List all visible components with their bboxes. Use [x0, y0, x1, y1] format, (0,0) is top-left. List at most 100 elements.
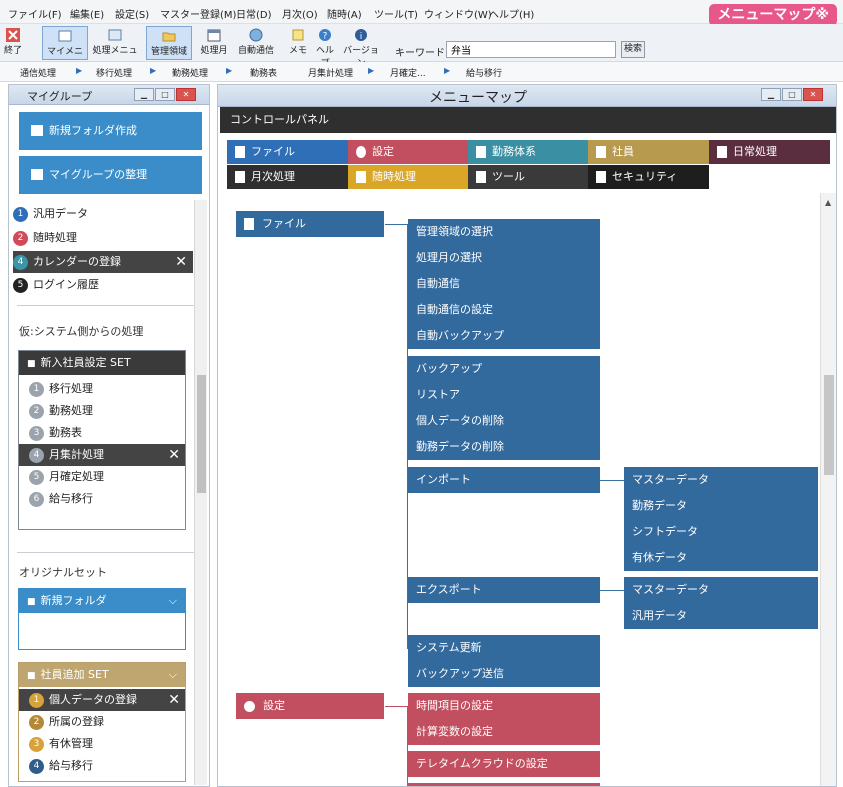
- close-icon[interactable]: ✕: [803, 88, 823, 101]
- set-row[interactable]: 6 給与移行: [19, 488, 185, 510]
- map-item[interactable]: 管理領域の選択: [416, 219, 600, 245]
- map-item[interactable]: テレタイムクラウドの設定: [416, 751, 600, 777]
- set-row[interactable]: 5 月確定処理: [19, 466, 185, 488]
- map-item[interactable]: 有休データ: [632, 545, 818, 571]
- remove-icon[interactable]: ✕: [168, 444, 180, 466]
- set-header[interactable]: ■ 社員追加 SET ⌵: [19, 663, 185, 687]
- map-item[interactable]: 汎用データ: [632, 603, 818, 629]
- list-item-selected[interactable]: 4 カレンダーの登録 ✕: [13, 251, 193, 273]
- category-anytime[interactable]: 随時処理: [348, 165, 468, 189]
- map-item[interactable]: 計算変数の設定: [416, 719, 600, 745]
- menu-daily[interactable]: 日常(D): [236, 6, 272, 21]
- menu-edit[interactable]: 編集(E): [70, 6, 104, 21]
- map-item[interactable]: 個人データの削除: [416, 408, 600, 434]
- map-item[interactable]: バックアップ送信: [416, 661, 600, 687]
- map-item[interactable]: シフトデータ: [632, 519, 818, 545]
- set-row[interactable]: 3 有休管理: [19, 733, 185, 755]
- keyword-input[interactable]: [446, 41, 616, 58]
- list-item[interactable]: 5 ログイン履歴: [13, 274, 193, 296]
- new-folder-button[interactable]: 新規フォルダ作成: [19, 112, 202, 150]
- scroll-up-icon[interactable]: ▲: [825, 198, 831, 207]
- map-import[interactable]: インポート: [408, 467, 600, 493]
- crumb-migrate[interactable]: 移行処理: [96, 66, 132, 79]
- map-item[interactable]: 勤務データ: [632, 493, 818, 519]
- map-item[interactable]: システム更新: [416, 635, 600, 661]
- map-export[interactable]: エクスポート: [408, 577, 600, 603]
- crumb-comm[interactable]: 通信処理: [20, 66, 56, 79]
- scroll-thumb[interactable]: [197, 375, 206, 493]
- calendar-icon: [235, 171, 245, 183]
- set-row[interactable]: 1 移行処理: [19, 378, 185, 400]
- maximize-icon[interactable]: □: [782, 88, 802, 101]
- chevron-down-icon[interactable]: ⌵: [169, 663, 177, 687]
- set-row-selected[interactable]: 4 月集計処理 ✕: [19, 444, 185, 466]
- crumb-work[interactable]: 勤務処理: [172, 66, 208, 79]
- category-work-system[interactable]: 勤務体系: [468, 140, 588, 164]
- set-row[interactable]: 4 給与移行: [19, 755, 185, 777]
- menu-settings[interactable]: 設定(S): [115, 6, 149, 21]
- map-item[interactable]: 勤務データの削除: [416, 434, 600, 460]
- map-item[interactable]: 自動バックアップ: [416, 323, 600, 349]
- map-item[interactable]: リストア: [416, 382, 600, 408]
- remove-icon[interactable]: ✕: [175, 251, 187, 273]
- auto-comm-button[interactable]: 自動通信: [234, 26, 278, 60]
- category-security[interactable]: セキュリティ: [588, 165, 709, 189]
- crumb-salary[interactable]: 給与移行: [466, 66, 502, 79]
- menu-window[interactable]: ウィンドウ(W): [424, 6, 492, 21]
- organize-group-button[interactable]: マイグループの整理: [19, 156, 202, 194]
- category-file[interactable]: ファイル: [227, 140, 348, 164]
- search-button[interactable]: 検索: [621, 41, 645, 58]
- my-menu-button[interactable]: マイメニュー: [42, 26, 88, 70]
- map-item[interactable]: バックアップ: [416, 356, 600, 382]
- list-item-label: 随時処理: [33, 231, 77, 244]
- close-icon[interactable]: ✕: [176, 88, 196, 101]
- chevron-down-icon[interactable]: ⌵: [169, 589, 177, 613]
- maximize-icon[interactable]: □: [155, 88, 175, 101]
- crumb-month-fix[interactable]: 月確定...: [390, 66, 426, 79]
- left-scrollbar[interactable]: [194, 200, 207, 785]
- map-root-file[interactable]: ファイル: [236, 211, 384, 237]
- process-menu-button[interactable]: 処理メニュー: [90, 26, 140, 69]
- map-item[interactable]: 自動通信: [416, 271, 600, 297]
- menu-help[interactable]: ヘルプ(H): [489, 6, 534, 21]
- scroll-thumb[interactable]: [824, 375, 834, 475]
- category-employee[interactable]: 社員: [588, 140, 709, 164]
- memo-button[interactable]: メモ: [287, 26, 309, 60]
- folder-header[interactable]: ■ 新規フォルダ ⌵: [19, 589, 185, 613]
- category-monthly[interactable]: 月次処理: [227, 165, 348, 189]
- map-item[interactable]: 時間項目の設定: [416, 693, 600, 719]
- set-row-selected[interactable]: 1 個人データの登録 ✕: [19, 689, 185, 711]
- set-row[interactable]: 2 所属の登録: [19, 711, 185, 733]
- map-item[interactable]: 自動通信の設定: [416, 297, 600, 323]
- version-button[interactable]: i バージョン: [342, 26, 380, 69]
- map-item[interactable]: マスターデータ: [632, 577, 818, 603]
- crumb-month-total[interactable]: 月集計処理: [308, 66, 353, 79]
- remove-icon[interactable]: ✕: [168, 689, 180, 711]
- help-button[interactable]: ? ヘルプ: [312, 26, 338, 69]
- list-item[interactable]: 1 汎用データ: [13, 203, 193, 225]
- category-settings[interactable]: 設定: [348, 140, 468, 164]
- menu-tools[interactable]: ツール(T): [374, 6, 418, 21]
- category-daily[interactable]: 日常処理: [709, 140, 830, 164]
- category-tools[interactable]: ツール: [468, 165, 588, 189]
- minimize-icon[interactable]: ▁: [134, 88, 154, 101]
- process-month-button[interactable]: 処理月: [197, 26, 231, 60]
- map-item[interactable]: マスターデータ: [632, 467, 818, 493]
- manage-area-button[interactable]: 管理領域: [146, 26, 192, 60]
- menu-monthly[interactable]: 月次(O): [282, 6, 318, 21]
- number-badge: 1: [29, 692, 44, 708]
- minimize-icon[interactable]: ▁: [761, 88, 781, 101]
- map-item[interactable]: 処理月の選択: [416, 245, 600, 271]
- set-row[interactable]: 3 勤務表: [19, 422, 185, 444]
- exit-button[interactable]: 終了: [2, 26, 24, 60]
- map-root-settings[interactable]: 設定: [236, 693, 384, 719]
- crumb-worktable[interactable]: 勤務表: [250, 66, 277, 79]
- set-row[interactable]: 2 勤務処理: [19, 400, 185, 422]
- set-header[interactable]: ■ 新入社員設定 SET: [19, 351, 185, 375]
- menu-anytime[interactable]: 随時(A): [327, 6, 362, 21]
- map-scrollbar[interactable]: ▲: [820, 193, 836, 786]
- new-folder-box: ■ 新規フォルダ ⌵: [18, 588, 186, 650]
- menu-file[interactable]: ファイル(F): [8, 6, 62, 21]
- menu-master[interactable]: マスター登録(M): [160, 6, 236, 21]
- list-item[interactable]: 2 随時処理: [13, 227, 193, 249]
